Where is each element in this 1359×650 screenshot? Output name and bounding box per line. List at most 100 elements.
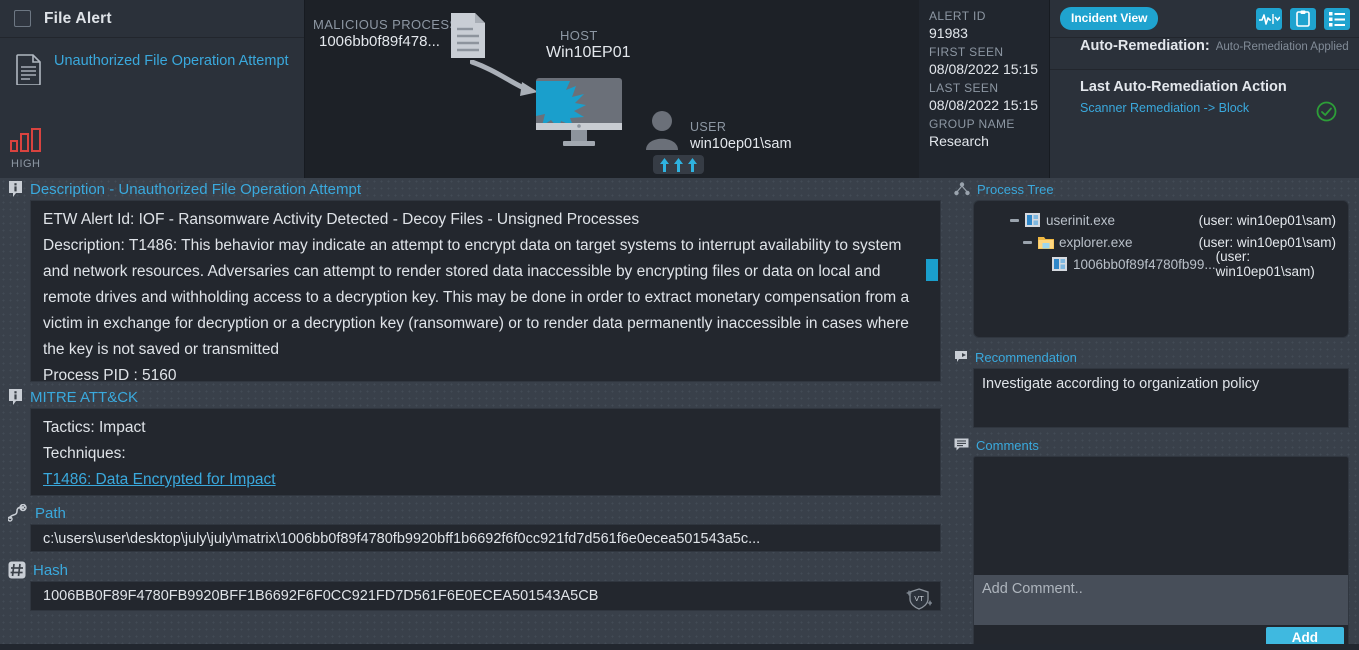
last-action-title: Last Auto-Remediation Action [1080,79,1287,95]
process-user: (user: win10ep01\sam) [1198,212,1336,228]
path-route-icon [8,504,27,522]
mitre-techniques-label: Techniques: [43,445,126,462]
comments-title: Comments [976,437,1039,453]
app-window-icon [1025,213,1040,227]
alert-metadata-column: ALERT ID 91983 FIRST SEEN 08/08/2022 15:… [919,0,1050,178]
user-avatar-icon [645,110,679,155]
description-scrollbar-thumb[interactable] [926,259,938,281]
hash-title: Hash [33,561,69,579]
green-check-circle-icon [1316,101,1337,127]
bottom-strip [0,644,1359,650]
process-user: (user: win10ep01\sam) [1215,249,1315,279]
process-user: (user: win10ep01\sam) [1198,234,1336,250]
alert-id-value: 91983 [929,25,968,41]
mitre-title: MITRE ATT&CK [30,388,139,406]
user-label: USER [690,120,727,134]
info-bubble-icon [9,389,22,405]
recommendation-text: Investigate according to organization po… [982,376,1260,392]
auto-remediation-label: Auto-Remediation: [1080,38,1210,54]
first-seen-value: 08/08/2022 15:15 [929,61,1038,77]
activity-dropdown-icon[interactable] [1256,7,1282,30]
process-tree-panel: userinit.exe (user: win10ep01\sam) explo… [973,200,1349,338]
recommendation-panel: Investigate according to organization po… [973,368,1349,428]
info-bubble-icon [9,181,22,197]
process-tree-header: Process Tree [946,178,1359,200]
alert-detail-page: File Alert Unauthorized File Operation A… [0,0,1359,650]
malicious-process-value[interactable]: 1006bb0f89f478... [319,33,440,50]
mitre-section-header: MITRE ATT&CK [0,386,946,408]
hash-value[interactable]: 1006BB0F89F4780FB9920BFF1B6692F6F0CC921F… [43,585,928,607]
folder-icon [1038,235,1054,249]
last-remediation-action: Last Auto-Remediation Action Scanner Rem… [1050,70,1359,122]
process-name: 1006bb0f89f4780fb99... [1073,256,1216,272]
comments-list [974,457,1348,575]
path-panel: c:\users\user\desktop\july\july\matrix\1… [30,524,941,552]
process-tree-row[interactable]: userinit.exe (user: win10ep01\sam) [980,209,1342,231]
mitre-panel: Tactics: Impact Techniques: T1486: Data … [30,408,941,496]
group-name-label: GROUP NAME [929,117,1015,131]
path-section-header: Path [0,502,946,524]
collapse-minus-icon[interactable] [1023,240,1036,244]
collapse-minus-icon[interactable] [1010,218,1023,222]
severity-label: HIGH [11,158,41,170]
process-tree-row[interactable]: 1006bb0f89f4780fb99... (user: win10ep01\… [980,249,1342,279]
process-tree-icon [954,182,970,196]
detail-body: Description - Unauthorized File Operatio… [0,178,1359,650]
hash-panel: 1006BB0F89F4780FB9920BFF1B6692F6F0CC921F… [30,581,941,611]
page-title: File Alert [44,9,112,27]
user-value[interactable]: win10ep01\sam [690,136,792,152]
path-title: Path [35,504,66,522]
description-section-header: Description - Unauthorized File Operatio… [0,178,946,200]
attack-arrow-icon [469,59,545,105]
alert-id-label: ALERT ID [929,9,986,23]
virustotal-shield-icon[interactable]: VT [906,586,933,617]
recommendation-flag-icon [955,351,967,362]
process-name: explorer.exe [1059,234,1133,250]
severity-indicator: HIGH [10,128,42,170]
alert-header-row: File Alert [0,0,304,38]
description-title: Description - Unauthorized File Operatio… [30,180,361,198]
left-details-pane: Description - Unauthorized File Operatio… [0,178,946,650]
malicious-process-label: MALICIOUS PROCESS [313,17,459,32]
recommendation-header: Recommendation [946,346,1359,368]
mitre-tactics: Tactics: Impact [43,419,146,436]
compromised-monitor-icon[interactable] [535,77,623,154]
host-value[interactable]: Win10EP01 [546,44,631,62]
description-line-2: Description: T1486: This behavior may in… [43,237,910,358]
hash-section-header: Hash [0,559,946,581]
description-line-1: ETW Alert Id: IOF - Ransomware Activity … [43,211,640,228]
auto-remediation-row: Auto-Remediation: Auto-Remediation Appli… [1050,38,1359,70]
auto-remediation-value: Auto-Remediation Applied [1215,41,1349,53]
top-summary-band: File Alert Unauthorized File Operation A… [0,0,1359,178]
description-panel: ETW Alert Id: IOF - Ransomware Activity … [30,200,941,384]
group-name-value: Research [929,133,989,149]
document-icon [16,52,42,90]
clipboard-icon[interactable] [1290,7,1316,30]
last-seen-value: 08/08/2022 15:15 [929,97,1038,113]
svg-text:VT: VT [914,594,924,603]
mitre-technique-link[interactable]: T1486: Data Encrypted for Impact [43,467,276,493]
process-name: userinit.exe [1046,212,1116,228]
comment-bubble-icon [954,438,969,451]
list-icon[interactable] [1324,7,1350,30]
triple-up-arrow-badge[interactable] [653,155,704,174]
app-window-icon [1052,257,1067,271]
add-comment-input[interactable] [974,575,1348,625]
alert-name-link[interactable]: Unauthorized File Operation Attempt [54,52,289,90]
first-seen-label: FIRST SEEN [929,45,1004,59]
file-document-icon[interactable] [450,12,486,64]
remediation-column: Incident View Auto-Remediation: Auto-Rem… [1050,0,1359,178]
path-value[interactable]: c:\users\user\desktop\july\july\matrix\1… [43,528,928,550]
last-seen-label: LAST SEEN [929,81,999,95]
host-label: HOST [560,28,598,43]
alert-name-row: Unauthorized File Operation Attempt [0,38,304,90]
right-details-pane: Process Tree userinit.exe (user: win10ep… [946,178,1359,650]
incident-view-button[interactable]: Incident View [1060,7,1159,30]
alert-summary-body: Unauthorized File Operation Attempt HIGH [0,38,304,178]
comments-panel: Add [973,456,1349,650]
comments-header: Comments [946,434,1359,456]
select-alert-checkbox[interactable] [14,10,31,27]
alert-summary-column: File Alert Unauthorized File Operation A… [0,0,305,178]
recommendation-title: Recommendation [975,349,1077,365]
severity-bars-icon [10,128,41,152]
